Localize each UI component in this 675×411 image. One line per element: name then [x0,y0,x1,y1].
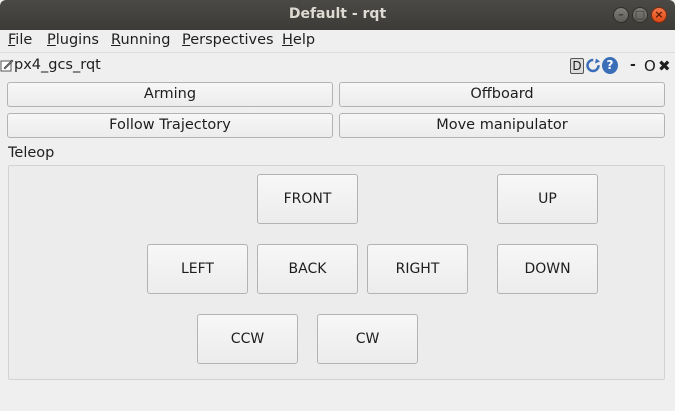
left-button[interactable]: LEFT [147,244,248,294]
float-plugin-icon[interactable]: O [644,57,656,75]
back-button[interactable]: BACK [257,244,358,294]
plugin-title: px4_gcs_rqt [14,57,101,73]
menu-file[interactable]: File [8,32,32,48]
dock-toggle-icon[interactable]: D [570,58,584,74]
plugin-header: px4_gcs_rqt D ? - O ✖ [0,54,675,78]
edit-icon [0,59,14,72]
close-window-button[interactable]: × [651,7,667,23]
move-manipulator-button[interactable]: Move manipulator [339,113,665,138]
menubar: File Plugins Running Perspectives Help [0,30,675,52]
minimize-plugin-icon[interactable]: - [630,57,636,74]
arming-button[interactable]: Arming [7,82,333,107]
menu-plugins[interactable]: Plugins [47,32,99,48]
reload-icon[interactable] [585,57,601,74]
menu-help[interactable]: Help [282,32,315,48]
window-titlebar: Default - rqt – □ × [0,0,675,30]
offboard-button[interactable]: Offboard [339,82,665,107]
maximize-window-button[interactable]: □ [632,7,648,23]
close-plugin-icon[interactable]: ✖ [658,57,671,75]
menu-running[interactable]: Running [111,32,170,48]
follow-trajectory-button[interactable]: Follow Trajectory [7,113,333,138]
menubar-divider [0,52,675,53]
teleop-label: Teleop [8,145,55,161]
help-icon[interactable]: ? [602,57,618,74]
right-button[interactable]: RIGHT [367,244,468,294]
menu-perspectives[interactable]: Perspectives [182,32,274,48]
minimize-window-button[interactable]: – [613,7,629,23]
down-button[interactable]: DOWN [497,244,598,294]
window-title: Default - rqt [288,6,387,22]
up-button[interactable]: UP [497,174,598,224]
front-button[interactable]: FRONT [257,174,358,224]
ccw-button[interactable]: CCW [197,314,298,364]
cw-button[interactable]: CW [317,314,418,364]
